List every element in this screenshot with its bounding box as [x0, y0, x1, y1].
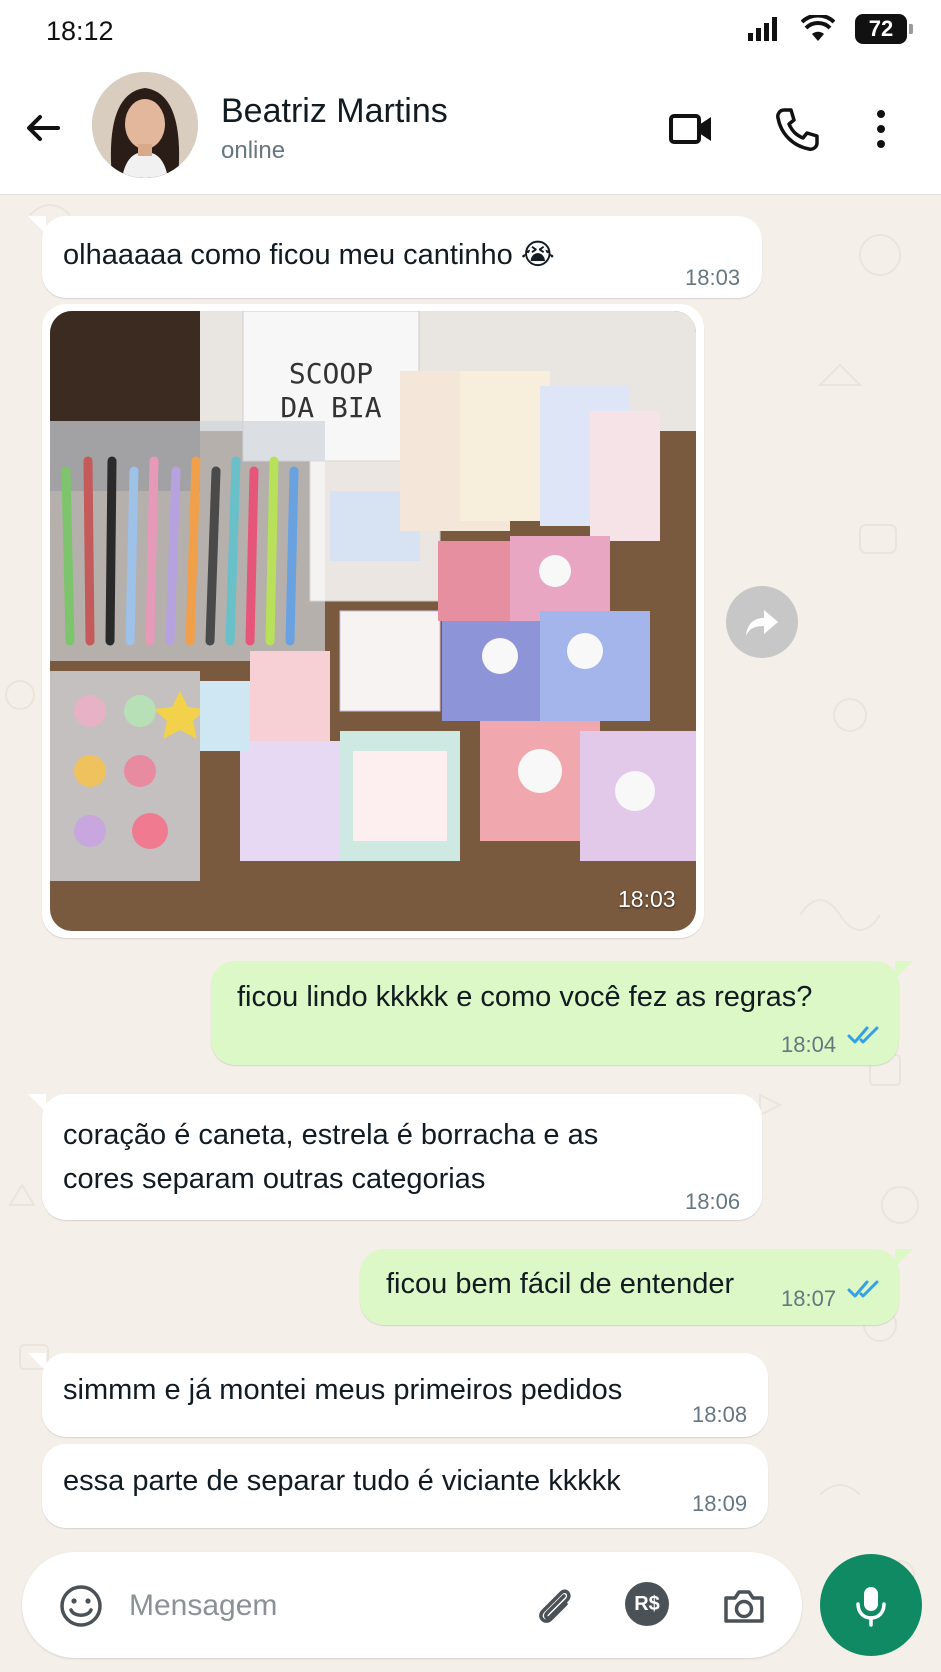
- forward-button[interactable]: [726, 586, 798, 658]
- message-time: 18:09: [692, 1491, 748, 1516]
- message-bubble-outgoing[interactable]: ficou lindo kkkkk e como você fez as reg…: [211, 961, 913, 1065]
- status-icons: 72: [747, 14, 913, 44]
- status-bar: 18:12 72: [0, 0, 941, 64]
- message-text: olhaaaaa como ficou meu cantinho 😭: [63, 239, 555, 271]
- message-text-line2: cores separam outras categorias: [63, 1163, 486, 1195]
- sticker-display: [400, 371, 660, 541]
- payment-button[interactable]: R$: [625, 1582, 669, 1626]
- double-check-icon: [847, 1026, 879, 1044]
- message-bubble-incoming[interactable]: coração é caneta, estrela é borracha e a…: [28, 1094, 762, 1220]
- voice-record-button[interactable]: [820, 1554, 922, 1656]
- more-vertical-icon[interactable]: [866, 104, 896, 154]
- box-label-line1: SCOOP: [289, 357, 373, 390]
- emoji-icon[interactable]: [57, 1582, 105, 1630]
- video-camera-icon[interactable]: [666, 104, 716, 154]
- double-check-icon: [847, 1280, 879, 1298]
- message-time: 18:07: [781, 1286, 837, 1311]
- contact-status: online: [221, 137, 286, 164]
- photo-time: 18:03: [618, 886, 676, 912]
- eraser-tray: [50, 671, 206, 881]
- contact-name[interactable]: Beatriz Martins: [221, 92, 448, 131]
- battery-indicator: 72: [855, 14, 913, 44]
- message-bubble-outgoing[interactable]: ficou bem fácil de entender 18:07: [360, 1249, 913, 1325]
- message-text: ficou bem fácil de entender: [386, 1268, 735, 1300]
- box-label-line2: DA BIA: [280, 391, 381, 424]
- battery-level: 72: [868, 16, 894, 41]
- message-time: 18:08: [692, 1402, 748, 1427]
- signal-icon: [748, 17, 777, 41]
- message-text-line1: coração é caneta, estrela é borracha e a…: [63, 1119, 599, 1151]
- avatar[interactable]: [92, 72, 198, 178]
- message-text: ficou lindo kkkkk e como você fez as reg…: [237, 981, 813, 1013]
- arrow-left-icon[interactable]: [20, 104, 68, 152]
- message-time: 18:04: [781, 1032, 837, 1057]
- message-input-bar: R$: [22, 1552, 802, 1658]
- camera-icon[interactable]: [720, 1582, 768, 1630]
- message-time: 18:03: [685, 265, 741, 290]
- wifi-icon: [801, 15, 835, 41]
- message-time: 18:06: [685, 1189, 741, 1214]
- phone-icon[interactable]: [772, 104, 822, 154]
- message-text: simmm e já montei meus primeiros pedidos: [63, 1374, 623, 1406]
- message-photo[interactable]: SCOOP DA BIA: [50, 311, 696, 931]
- message-input[interactable]: [127, 1574, 531, 1638]
- microphone-icon: [856, 1587, 886, 1627]
- chat-header: Beatriz Martins online: [0, 64, 941, 195]
- pen-organizer: [50, 421, 325, 661]
- paperclip-icon[interactable]: [530, 1582, 578, 1630]
- message-bubble-incoming[interactable]: simmm e já montei meus primeiros pedidos…: [28, 1353, 768, 1437]
- message-text: essa parte de separar tudo é viciante kk…: [63, 1465, 621, 1497]
- message-bubble-incoming[interactable]: olhaaaaa como ficou meu cantinho 😭 18:03: [28, 216, 762, 298]
- message-bubble-incoming[interactable]: essa parte de separar tudo é viciante kk…: [42, 1444, 768, 1528]
- forward-icon: [746, 610, 778, 636]
- status-time: 18:12: [46, 16, 114, 46]
- payment-label: R$: [634, 1592, 660, 1615]
